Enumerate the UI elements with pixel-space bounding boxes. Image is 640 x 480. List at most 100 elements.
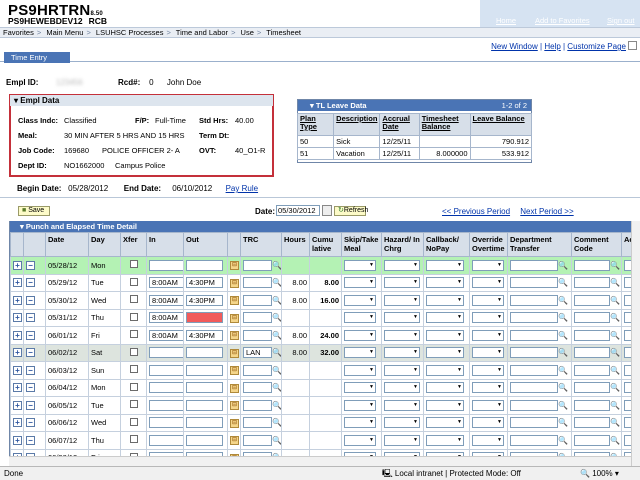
nav-time-and-labor[interactable]: Time and Labor [176, 28, 228, 37]
hours-field[interactable] [281, 396, 310, 415]
lookup-icon[interactable]: 🔍 [610, 366, 620, 375]
comment-code-field[interactable]: 🔍 [571, 431, 622, 450]
callback-dropdown[interactable] [423, 256, 470, 275]
in-value[interactable] [149, 434, 183, 446]
punch-detail-icon[interactable]: ⊟ [227, 326, 241, 345]
punch-detail-icon[interactable]: ⊟ [227, 413, 241, 432]
out-field[interactable] [183, 308, 228, 327]
delete-row-button[interactable]: − [23, 326, 46, 345]
new-window-link[interactable]: New Window [491, 42, 538, 51]
col-cumulative[interactable]: Cumu lative [309, 232, 342, 257]
in-value[interactable] [149, 382, 183, 394]
refresh-button[interactable]: ↻Refresh [334, 206, 368, 216]
out-value[interactable] [186, 417, 223, 429]
dept-transfer-field[interactable]: 🔍 [507, 361, 572, 380]
callback-dropdown[interactable] [423, 273, 470, 292]
override-overtime-dropdown[interactable] [469, 378, 508, 397]
delete-row-button[interactable]: − [23, 308, 46, 327]
trc-field[interactable]: 🔍 [240, 256, 282, 275]
trc-field[interactable]: 🔍 [240, 413, 282, 432]
in-field[interactable]: 8:00AM [146, 273, 184, 292]
col-accrual-date[interactable]: Accrual Date [379, 113, 420, 136]
out-value[interactable]: 4:30PM [186, 329, 223, 341]
col-comment-code[interactable]: Comment Code [571, 232, 622, 257]
col-leave-balance[interactable]: Leave Balance [469, 113, 533, 136]
callback-dropdown[interactable] [423, 396, 470, 415]
in-field[interactable] [146, 413, 184, 432]
delete-row-button[interactable]: − [23, 396, 46, 415]
nav-favorites[interactable]: Favorites [3, 28, 34, 37]
lookup-icon[interactable]: 🔍 [272, 296, 281, 305]
skip-take-meal-dropdown[interactable] [341, 378, 382, 397]
callback-dropdown[interactable] [423, 326, 470, 345]
lookup-icon[interactable]: 🔍 [558, 313, 568, 322]
col-timesheet-balance[interactable]: Timesheet Balance [418, 113, 471, 136]
in-field[interactable]: 8:00AM [146, 308, 184, 327]
punch-detail-icon[interactable]: ⊟ [227, 308, 241, 327]
lookup-icon[interactable]: 🔍 [610, 261, 620, 270]
lookup-icon[interactable]: 🔍 [558, 348, 568, 357]
lookup-icon[interactable]: 🔍 [272, 366, 281, 375]
trc-value[interactable] [243, 259, 272, 271]
override-overtime-dropdown[interactable] [469, 343, 508, 362]
skip-take-meal-dropdown[interactable] [341, 326, 382, 345]
vertical-scrollbar[interactable] [631, 221, 640, 466]
out-field[interactable]: 4:30PM [183, 326, 228, 345]
out-field[interactable]: 4:30PM [183, 273, 228, 292]
xfer-checkbox[interactable] [120, 273, 147, 292]
trc-field[interactable]: 🔍 [240, 326, 282, 345]
hazard-dropdown[interactable] [381, 431, 424, 450]
in-value[interactable] [149, 399, 183, 411]
punch-detail-icon[interactable]: ⊟ [227, 396, 241, 415]
hazard-dropdown[interactable] [381, 378, 424, 397]
in-value[interactable]: 8:00AM [149, 329, 183, 341]
skip-take-meal-dropdown[interactable] [341, 291, 382, 310]
in-field[interactable] [146, 431, 184, 450]
trc-field[interactable]: 🔍 [240, 308, 282, 327]
trc-value[interactable] [243, 434, 272, 446]
col-plan-type[interactable]: Plan Type [296, 113, 335, 136]
comment-code-field[interactable]: 🔍 [571, 326, 622, 345]
override-overtime-dropdown[interactable] [469, 256, 508, 275]
lookup-icon[interactable]: 🔍 [610, 331, 620, 340]
out-value[interactable] [186, 434, 223, 446]
empl-data-header[interactable]: ▾ Empl Data [10, 95, 273, 106]
delete-row-button[interactable]: − [23, 256, 46, 275]
lookup-icon[interactable]: 🔍 [272, 436, 281, 445]
hazard-dropdown[interactable] [381, 361, 424, 380]
override-overtime-dropdown[interactable] [469, 291, 508, 310]
dept-transfer-field[interactable]: 🔍 [507, 273, 572, 292]
col-out[interactable]: Out [183, 232, 228, 257]
date-input[interactable]: 05/30/2012 [276, 205, 320, 216]
nav-lsuhsc-processes[interactable]: LSUHSC Processes [96, 28, 164, 37]
lookup-icon[interactable]: 🔍 [558, 261, 568, 270]
callback-dropdown[interactable] [423, 361, 470, 380]
trc-value[interactable]: LAN [243, 347, 272, 359]
col-override-overtime[interactable]: Override Overtime [469, 232, 508, 257]
skip-take-meal-dropdown[interactable] [341, 396, 382, 415]
hours-field[interactable]: 8.00 [281, 291, 310, 310]
dept-transfer-field[interactable]: 🔍 [507, 256, 572, 275]
out-field[interactable] [183, 343, 228, 362]
lookup-icon[interactable]: 🔍 [610, 313, 620, 322]
skip-take-meal-dropdown[interactable] [341, 308, 382, 327]
xfer-checkbox[interactable] [120, 343, 147, 362]
add-row-button[interactable]: + [10, 431, 24, 450]
in-field[interactable] [146, 378, 184, 397]
punch-detail-icon[interactable]: ⊟ [227, 256, 241, 275]
add-row-button[interactable]: + [10, 361, 24, 380]
xfer-checkbox[interactable] [120, 431, 147, 450]
override-overtime-dropdown[interactable] [469, 431, 508, 450]
in-field[interactable] [146, 256, 184, 275]
lookup-icon[interactable]: 🔍 [272, 261, 281, 270]
page-options-icon[interactable] [628, 41, 637, 50]
lookup-icon[interactable]: 🔍 [272, 348, 281, 357]
out-value[interactable] [186, 259, 223, 271]
lookup-icon[interactable]: 🔍 [558, 278, 568, 287]
lookup-icon[interactable]: 🔍 [558, 296, 568, 305]
trc-field[interactable]: 🔍 [240, 361, 282, 380]
dept-transfer-field[interactable]: 🔍 [507, 396, 572, 415]
hours-field[interactable] [281, 256, 310, 275]
override-overtime-dropdown[interactable] [469, 413, 508, 432]
trc-field[interactable]: LAN 🔍 [240, 343, 282, 362]
